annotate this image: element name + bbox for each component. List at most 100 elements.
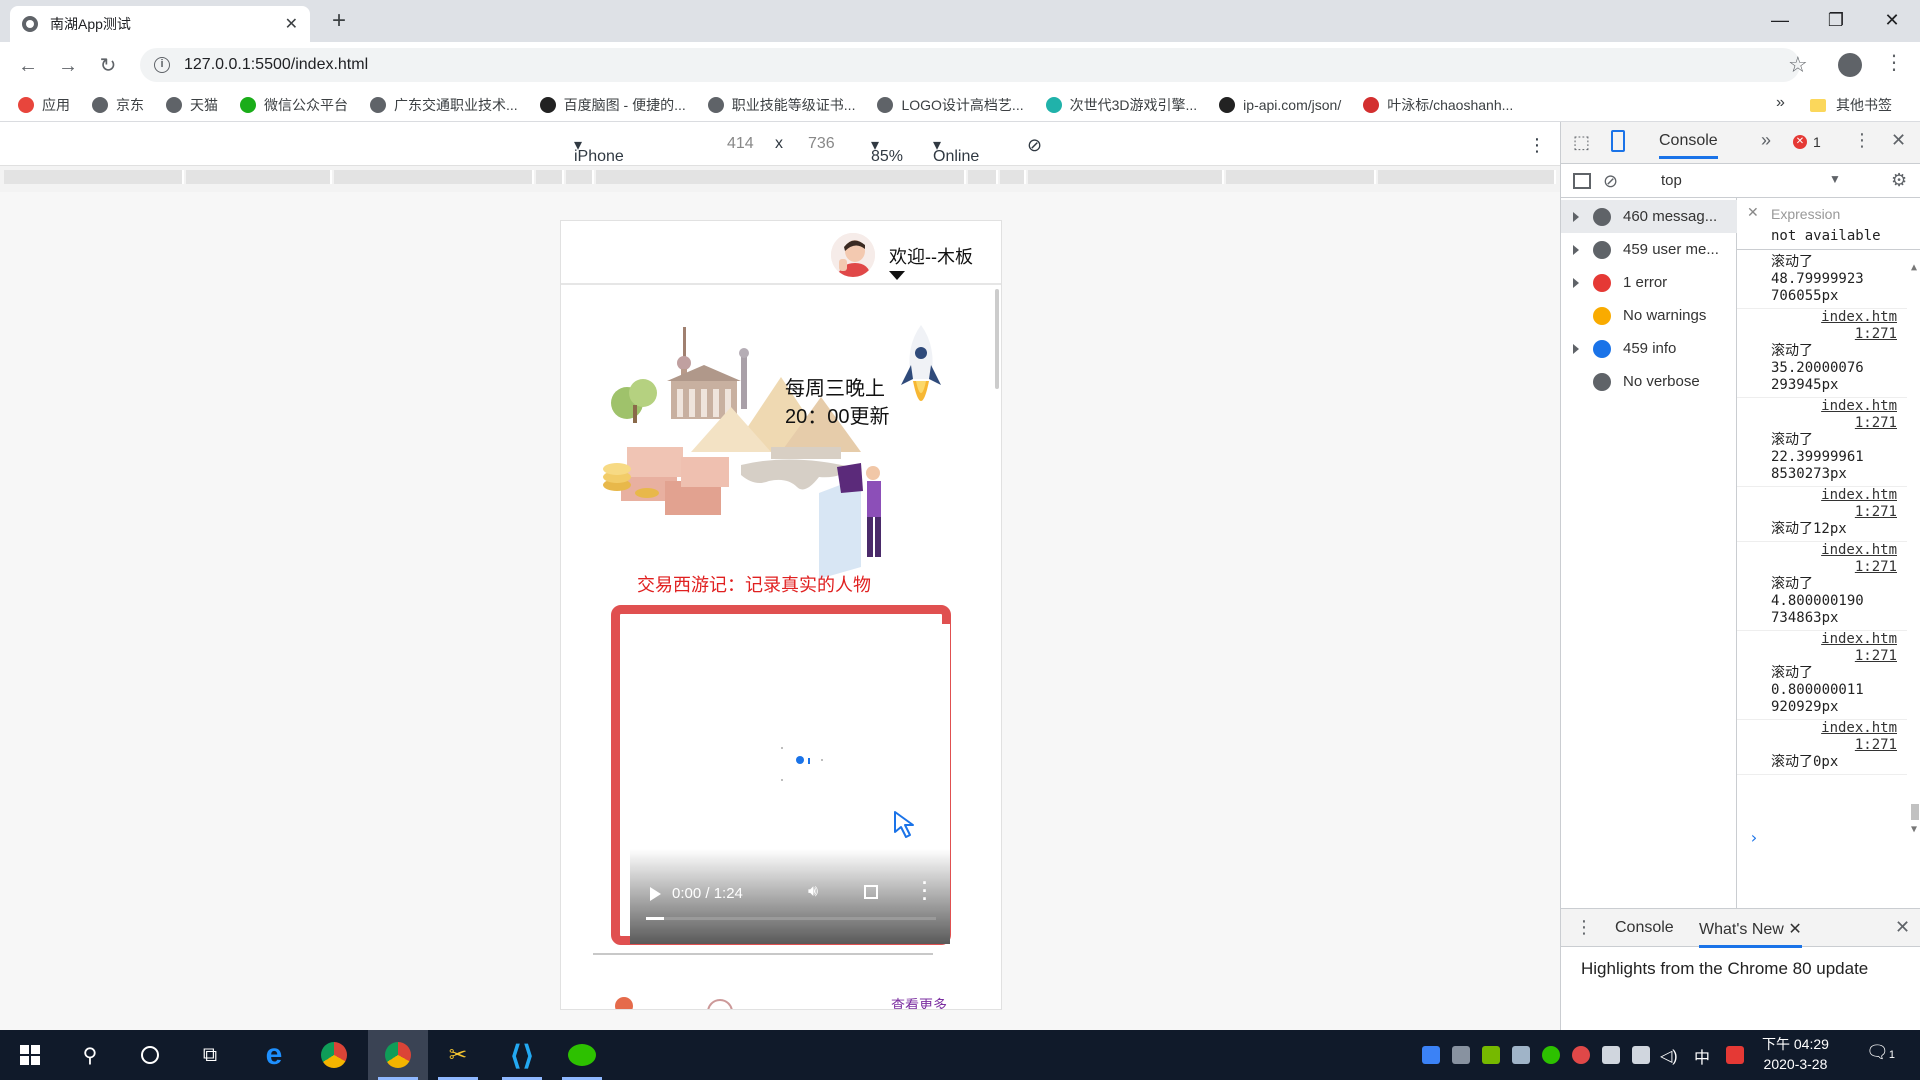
task-view-icon[interactable]: ⧉ (180, 1030, 240, 1080)
play-icon[interactable] (650, 887, 661, 901)
sidebar-toggle-icon[interactable] (1573, 173, 1591, 189)
device-toolbar-menu-icon[interactable]: ⋮ (1528, 135, 1546, 156)
app-tray-icon[interactable] (1512, 1046, 1530, 1064)
bookmark-item[interactable]: ip-api.com/json/ (1219, 96, 1341, 113)
tab-close-icon[interactable]: ✕ (285, 14, 298, 34)
qq-tray-icon[interactable] (1572, 1046, 1590, 1064)
bookmark-item[interactable]: 微信公众平台 (240, 95, 348, 115)
profile-avatar-icon[interactable] (1838, 53, 1862, 77)
dropdown-caret-icon[interactable] (889, 271, 905, 280)
log-source-link[interactable]: index.htm (1771, 542, 1907, 559)
drawer-menu-icon[interactable]: ⋮ (1575, 917, 1593, 938)
log-source-link[interactable]: 1:271 (1771, 648, 1907, 665)
video-player[interactable]: 0:00 / 1:24 🔊︎ · · · (630, 624, 950, 944)
log-source-link[interactable]: index.htm (1771, 398, 1907, 415)
console-sidebar-item[interactable]: 459 user me... (1561, 233, 1737, 266)
ime-indicator[interactable]: 中 (1694, 1044, 1710, 1068)
drawer-close-icon[interactable]: ✕ (1895, 917, 1910, 938)
device-width-input[interactable]: 414 (727, 135, 754, 153)
browser-menu-icon[interactable]: ⋮ (1884, 50, 1904, 75)
console-prompt[interactable]: › (1749, 828, 1759, 847)
cortana-icon[interactable] (120, 1030, 180, 1080)
chrome-icon[interactable] (304, 1030, 364, 1080)
log-source-link[interactable]: 1:271 (1771, 504, 1907, 521)
nvidia-icon[interactable] (1482, 1046, 1500, 1064)
log-source-link[interactable]: 1:271 (1771, 737, 1907, 754)
notification-center-icon[interactable]: 🗨︎1 (1866, 1042, 1895, 1063)
log-source-link[interactable]: 1:271 (1771, 415, 1907, 432)
system-clock[interactable]: 下午 04:29 2020-3-28 (1762, 1034, 1829, 1074)
bookmark-star-icon[interactable]: ☆ (1788, 52, 1808, 78)
console-sidebar-item[interactable]: No verbose (1561, 365, 1737, 398)
log-source-link[interactable]: 1:271 (1771, 326, 1907, 343)
media-query-bar[interactable] (0, 166, 1560, 192)
device-toggle-icon[interactable] (1611, 130, 1625, 152)
info-icon[interactable]: i (154, 57, 170, 73)
volume-icon[interactable]: 🔊︎ (808, 883, 818, 901)
error-counter[interactable]: ✕ 1 (1793, 134, 1821, 150)
vscode-icon[interactable]: ⟨⟩ (492, 1030, 552, 1080)
zoom-select[interactable]: 85% ▾ (871, 135, 903, 165)
chrome-active-icon[interactable] (368, 1030, 428, 1080)
console-sidebar-item[interactable]: No warnings (1561, 299, 1737, 332)
network-select[interactable]: Online ▾ (933, 135, 979, 165)
video-progress-track[interactable] (646, 917, 936, 920)
drawer-tab-console[interactable]: Console (1615, 919, 1674, 937)
rotate-icon[interactable]: ⊘ (1027, 135, 1042, 156)
forward-arrow-icon[interactable]: → (54, 52, 82, 80)
page-scrollbar[interactable] (995, 289, 999, 389)
drawer-tab-whats-new[interactable]: What's New ✕ (1699, 919, 1802, 948)
bookmark-item[interactable]: LOGO设计高档艺... (877, 95, 1024, 115)
app-icon-2[interactable] (707, 999, 733, 1009)
back-arrow-icon[interactable]: ← (14, 52, 42, 80)
devtools-menu-icon[interactable]: ⋮ (1853, 130, 1871, 151)
speaker-icon[interactable]: ◁) (1660, 1046, 1678, 1065)
bookmark-item[interactable]: 职业技能等级证书... (707, 95, 855, 115)
tools-icon[interactable]: ✂ (428, 1030, 488, 1080)
settings-gear-icon[interactable]: ⚙ (1891, 170, 1907, 191)
bookmark-item[interactable]: 百度脑图 - 便捷的... (539, 95, 686, 115)
bookmark-item[interactable]: 应用 (18, 95, 70, 115)
network-off-icon[interactable] (1452, 1046, 1470, 1064)
bookmark-item[interactable]: 叶泳标/chaoshanh... (1363, 95, 1513, 115)
reload-icon[interactable]: ↻ (94, 52, 122, 80)
see-more-link[interactable]: 查看更多 (891, 995, 947, 1009)
address-bar[interactable]: i 127.0.0.1:5500/index.html (140, 48, 1800, 82)
other-bookmarks-button[interactable]: 其他书签 (1810, 88, 1892, 122)
shield-icon[interactable] (1422, 1046, 1440, 1064)
inspect-icon[interactable]: ⬚ (1573, 132, 1590, 153)
log-source-link[interactable]: index.htm (1771, 631, 1907, 648)
context-select[interactable]: top (1661, 172, 1682, 189)
wifi-icon[interactable] (1632, 1046, 1650, 1064)
video-menu-icon[interactable]: · · · (922, 874, 928, 908)
restore-button[interactable]: ❐ (1808, 0, 1864, 42)
console-sidebar-item[interactable]: 459 info (1561, 332, 1737, 365)
tab-console[interactable]: Console (1659, 132, 1718, 159)
device-height-input[interactable]: 736 (808, 135, 835, 153)
bookmarks-more-button[interactable]: » (1776, 94, 1785, 112)
more-tabs-icon[interactable]: » (1761, 130, 1771, 151)
wechat-icon[interactable] (552, 1030, 612, 1080)
log-source-link[interactable]: index.htm (1771, 309, 1907, 326)
console-scrollbar[interactable]: ▲ ▼ (1909, 262, 1920, 842)
fullscreen-icon[interactable] (864, 885, 878, 899)
minimize-button[interactable]: — (1752, 0, 1808, 42)
clear-console-icon[interactable]: ⊘ (1603, 171, 1618, 192)
close-window-button[interactable]: ✕ (1864, 0, 1920, 42)
battery-icon[interactable] (1602, 1046, 1620, 1064)
bookmark-item[interactable]: 京东 (92, 95, 144, 115)
start-button[interactable] (0, 1030, 60, 1080)
log-source-link[interactable]: index.htm (1771, 487, 1907, 504)
bookmark-item[interactable]: 次世代3D游戏引擎... (1045, 95, 1197, 115)
device-select[interactable]: iPhone 6/7/... ▾ (574, 135, 624, 183)
log-source-link[interactable]: index.htm (1771, 720, 1907, 737)
tab-active[interactable]: 南湖App测试 ✕ (10, 6, 310, 42)
bookmark-item[interactable]: 广东交通职业技术... (370, 95, 518, 115)
devtools-close-icon[interactable]: ✕ (1891, 130, 1906, 151)
wechat-tray-icon[interactable] (1542, 1046, 1560, 1064)
close-expression-icon[interactable]: ✕ (1747, 204, 1759, 221)
app-icon[interactable] (615, 997, 633, 1009)
search-icon[interactable]: ⚲ (60, 1030, 120, 1080)
log-source-link[interactable]: 1:271 (1771, 559, 1907, 576)
edge-icon[interactable]: e (244, 1030, 304, 1080)
